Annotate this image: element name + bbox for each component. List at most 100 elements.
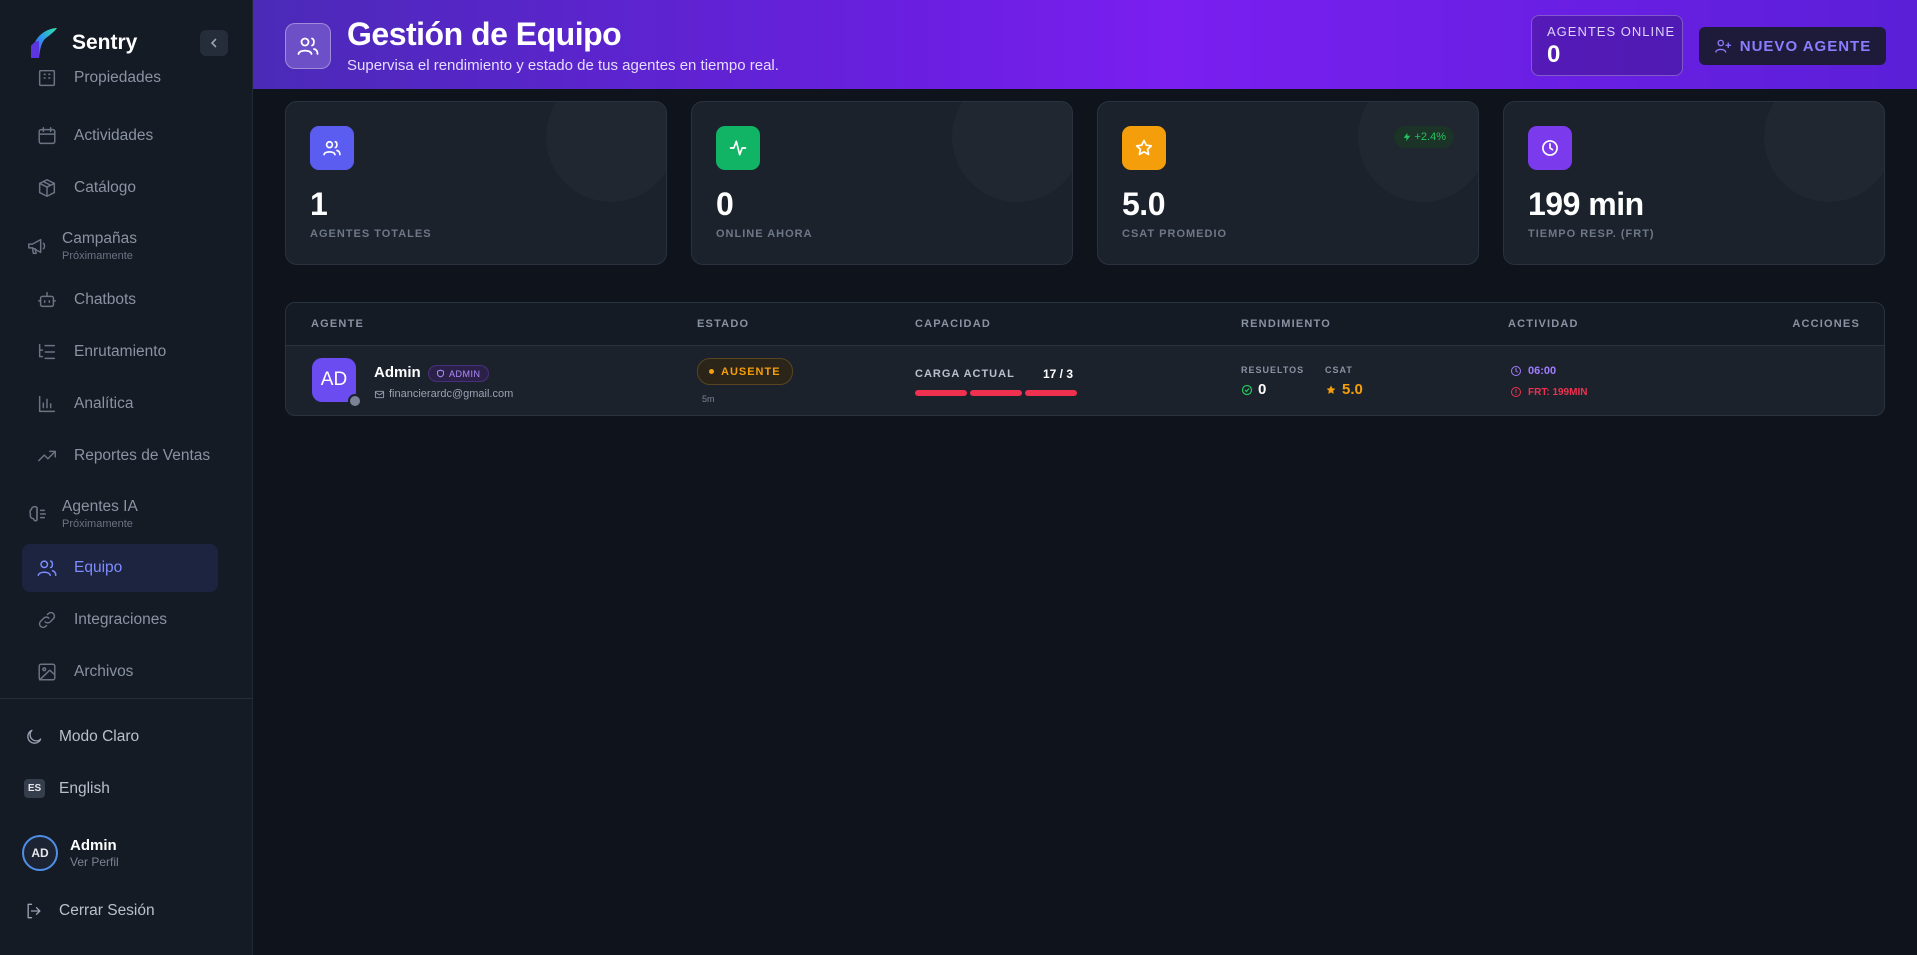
stat-value: 199 min [1528,186,1644,222]
sidebar-item-label: Analítica [74,395,134,412]
user-profile[interactable]: AD Admin Ver Perfil [22,835,119,871]
moon-icon [27,729,42,744]
stat-card-total-agents: 1 AGENTES TOTALES [285,101,667,265]
resolved-label: RESUELTOS [1241,365,1305,375]
status-duration: 5m [702,394,715,404]
sidebar-item-reportes-ventas[interactable]: Reportes de Ventas [22,432,218,480]
alert-circle-icon [1511,387,1521,397]
view-profile-link[interactable]: Ver Perfil [70,855,119,869]
user-name: Admin [70,837,117,854]
theme-toggle-label: Modo Claro [59,728,140,745]
logout-button[interactable]: Cerrar Sesión [24,901,155,921]
table-header: AGENTE ESTADO CAPACIDAD RENDIMIENTO ACTI… [286,303,1884,346]
capacity-segment [1025,390,1077,396]
logout-label: Cerrar Sesión [59,902,155,919]
brand[interactable]: Sentry [28,26,137,60]
card-glow [1764,102,1884,202]
sidebar-item-label: Actividades [74,127,154,144]
online-agents-counter: AGENTES ONLINE 0 [1531,15,1683,76]
table-row[interactable]: AD Admin ADMIN financierardc@gmail.com A… [286,346,1884,415]
page-subtitle: Supervisa el rendimiento y estado de tus… [347,57,779,74]
column-header: ESTADO [697,318,750,330]
card-glow [1358,102,1478,202]
clock-icon [1511,366,1521,376]
shield-icon [437,369,444,378]
capacity-bar [915,390,1080,396]
language-toggle[interactable]: ES English [24,779,110,798]
sidebar-item-label: Catálogo [74,179,137,196]
sidebar-item-integraciones[interactable]: Integraciones [22,596,218,644]
sidebar-item-label: Chatbots [74,291,137,308]
stat-label: CSAT PROMEDIO [1122,228,1228,240]
users-icon [297,37,319,55]
stat-label: TIEMPO RESP. (FRT) [1528,228,1655,240]
sidebar-item-propiedades[interactable]: Propiedades [22,70,218,102]
sidebar-item-label: Reportes de Ventas [74,447,211,464]
trending-up-icon [38,450,56,462]
column-header: ACCIONES [1792,318,1860,330]
agent-email-text: financierardc@gmail.com [389,388,514,400]
card-glow [546,102,666,202]
image-icon [38,663,56,681]
sidebar-item-label: Campañas [62,230,137,247]
stat-value: 5.0 [1122,186,1165,222]
user-plus-icon [1714,39,1731,53]
zap-icon [1403,132,1410,142]
mail-icon [374,390,385,398]
stat-card-online-now: 0 ONLINE AHORA [691,101,1073,265]
activity-frt-text: FRT: 199MIN [1528,386,1588,398]
resolved-value: 0 [1241,381,1266,398]
language-label: English [59,779,110,797]
sidebar-item-label: Equipo [74,559,123,576]
column-header: AGENTE [311,318,365,330]
sidebar-item-label: Agentes IA [62,498,138,515]
sidebar-item-chatbots[interactable]: Chatbots [22,276,218,324]
agent-email: financierardc@gmail.com [374,388,513,400]
stat-card-response-time: 199 min TIEMPO RESP. (FRT) [1503,101,1885,265]
clock-icon [1528,126,1572,170]
sidebar-item-label: Propiedades [74,70,162,86]
new-agent-button[interactable]: NUEVO AGENTE [1699,27,1886,65]
page-title: Gestión de Equipo [347,16,622,52]
column-header: ACTIVIDAD [1508,318,1579,330]
csat-label: CSAT [1325,365,1353,375]
sidebar-nav: Propiedades Actividades Catálogo Campaña… [0,70,253,698]
new-agent-label: NUEVO AGENTE [1739,37,1872,55]
trend-badge: +2.4% [1393,126,1454,148]
sidebar-item-sublabel: Próximamente [62,250,133,262]
activity-frt: FRT: 199MIN [1510,386,1587,398]
bot-icon [38,291,56,308]
status-label: AUSENTE [721,365,781,378]
sidebar-item-equipo[interactable]: Equipo [22,544,218,592]
sidebar-item-agentes-ia[interactable]: Agentes IA Próximamente [22,490,218,538]
logout-icon [27,903,41,919]
csat-value: 5.0 [1325,381,1363,398]
chevron-left-icon [210,38,217,48]
link-icon [38,611,56,629]
page-header: Gestión de Equipo Supervisa el rendimien… [253,0,1917,89]
sidebar-item-catalogo[interactable]: Catálogo [22,164,218,212]
megaphone-icon [28,238,46,255]
capacity-label: CARGA ACTUAL [915,368,1015,380]
status-indicator [348,394,362,408]
csat-score: 5.0 [1342,381,1363,398]
users-icon [310,126,354,170]
star-icon [1326,385,1336,394]
collapse-sidebar-button[interactable] [200,30,228,56]
status-badge[interactable]: AUSENTE [697,358,793,385]
sidebar-divider [0,698,253,699]
sidebar-item-analitica[interactable]: Analítica [22,380,218,428]
users-icon [37,560,57,577]
sidebar-item-label: Integraciones [74,611,168,628]
online-agents-value: 0 [1547,41,1561,68]
capacity-segment [915,390,967,396]
theme-toggle[interactable]: Modo Claro [24,727,139,747]
sidebar-item-label: Enrutamiento [74,343,167,360]
role-badge: ADMIN [428,365,489,382]
sidebar-item-archivos[interactable]: Archivos [22,648,218,696]
sidebar-item-actividades[interactable]: Actividades [22,112,218,160]
agent-name[interactable]: Admin [374,364,421,381]
sidebar-item-enrutamiento[interactable]: Enrutamiento [22,328,218,376]
sidebar-item-campanas[interactable]: Campañas Próximamente [22,222,218,270]
stat-label: ONLINE AHORA [716,228,813,240]
